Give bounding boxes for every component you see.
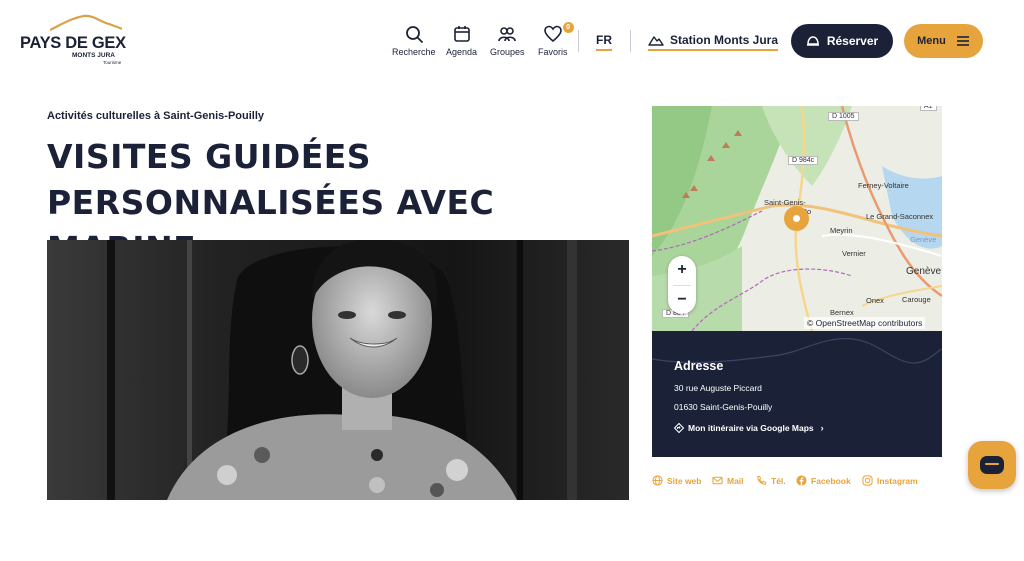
instagram-icon — [862, 475, 873, 486]
zoom-in-button[interactable]: + — [668, 256, 696, 284]
map-place-label: Ferney-Voltaire — [858, 181, 909, 190]
chevron-right-icon: › — [820, 423, 824, 433]
station-link[interactable]: Station Monts Jura — [648, 33, 779, 51]
social-mail-link[interactable]: Mail — [712, 475, 744, 486]
search-icon — [405, 26, 423, 43]
social-instagram-label: Instagram — [877, 475, 918, 486]
logo-tagline: Tourisme — [103, 60, 122, 65]
nav-groups[interactable]: Groupes — [490, 24, 525, 57]
itinerary-link[interactable]: Mon itinéraire via Google Maps › — [674, 423, 824, 433]
map-place-label: Genève — [906, 266, 942, 277]
map-place-label: Meyrin — [830, 226, 853, 235]
social-instagram-link[interactable]: Instagram — [862, 475, 918, 486]
guide-photo — [47, 240, 629, 500]
address-city: 01630 Saint-Genis-Pouilly — [674, 402, 773, 412]
bell-icon — [806, 36, 819, 46]
map-place-label: Onex — [866, 296, 884, 305]
station-label: Station Monts Jura — [670, 33, 779, 47]
heart-icon — [543, 25, 562, 43]
facebook-icon — [796, 475, 807, 486]
nav-agenda-label: Agenda — [446, 47, 478, 57]
map-place-label: Genève — [910, 235, 937, 244]
menu-button[interactable]: Menu — [904, 24, 983, 58]
nav-favorites[interactable]: 0 Favoris — [538, 22, 574, 57]
nav-favorites-label: Favoris — [538, 47, 568, 57]
reserve-label: Réserver — [826, 34, 879, 48]
page-title-line1: VISITES GUIDÉES — [47, 137, 372, 176]
logo-name: PAYS DE GEX — [20, 34, 126, 52]
mountain-icon — [648, 36, 664, 46]
social-website-label: Site web — [667, 475, 702, 486]
map-attribution[interactable]: © OpenStreetMap contributors — [804, 317, 926, 329]
mountain-logo-icon — [50, 14, 122, 31]
social-website-link[interactable]: Site web — [652, 475, 701, 486]
address-street: 30 rue Auguste Piccard — [674, 383, 762, 393]
language-selector[interactable]: FR — [596, 33, 612, 47]
nav-search[interactable]: Recherche — [392, 24, 436, 57]
mail-icon — [712, 476, 723, 485]
social-phone-link[interactable]: Tél. — [756, 475, 786, 486]
nav-divider — [630, 30, 631, 52]
address-card-decoration — [652, 338, 942, 364]
map-zoom-control: + − — [668, 256, 696, 314]
social-phone-label: Tél. — [771, 475, 786, 486]
map-place-label: Vernier — [842, 249, 866, 258]
chat-button[interactable] — [968, 441, 1016, 489]
globe-icon — [652, 475, 663, 486]
map-place-label: Carouge — [902, 295, 931, 304]
zoom-out-button[interactable]: − — [668, 286, 696, 314]
group-icon — [498, 27, 517, 42]
menu-label: Menu — [917, 35, 946, 47]
map-road-label: D 984c — [788, 156, 819, 165]
site-header: PAYS DE GEX MONTS JURA Tourisme Recherch… — [0, 0, 1024, 80]
social-facebook-label: Facebook — [811, 475, 851, 486]
map-place-label: Le Grand-Saconnex — [866, 212, 934, 221]
nav-agenda[interactable]: Agenda — [446, 24, 477, 57]
map-road-label: D 1005 — [828, 112, 859, 121]
location-pin-icon[interactable] — [784, 206, 809, 231]
map-place-label: Bernex — [830, 308, 854, 317]
phone-icon — [757, 475, 767, 485]
nav-search-label: Recherche — [392, 47, 436, 57]
reserve-button[interactable]: Réserver — [791, 24, 893, 58]
nav-divider — [578, 30, 579, 52]
address-title: Adresse — [674, 359, 724, 373]
itinerary-label: Mon itinéraire via Google Maps — [688, 423, 814, 433]
nav-groups-label: Groupes — [490, 47, 525, 57]
language-underline — [596, 49, 612, 51]
directions-icon — [674, 423, 684, 433]
portrait-image — [47, 240, 629, 500]
hamburger-icon — [956, 36, 969, 46]
favorites-count-badge: 0 — [562, 22, 574, 33]
chat-icon — [980, 456, 1004, 474]
logo-subtitle: MONTS JURA — [72, 52, 115, 59]
breadcrumb[interactable]: Activités culturelles à Saint-Genis-Poui… — [47, 110, 264, 122]
social-mail-label: Mail — [727, 475, 744, 486]
site-logo[interactable]: PAYS DE GEX MONTS JURA Tourisme — [20, 14, 130, 68]
social-facebook-link[interactable]: Facebook — [796, 475, 851, 486]
map-road-label: A1 — [920, 106, 937, 111]
address-card: Adresse 30 rue Auguste Piccard 01630 Sai… — [652, 331, 942, 457]
calendar-icon — [453, 26, 470, 42]
